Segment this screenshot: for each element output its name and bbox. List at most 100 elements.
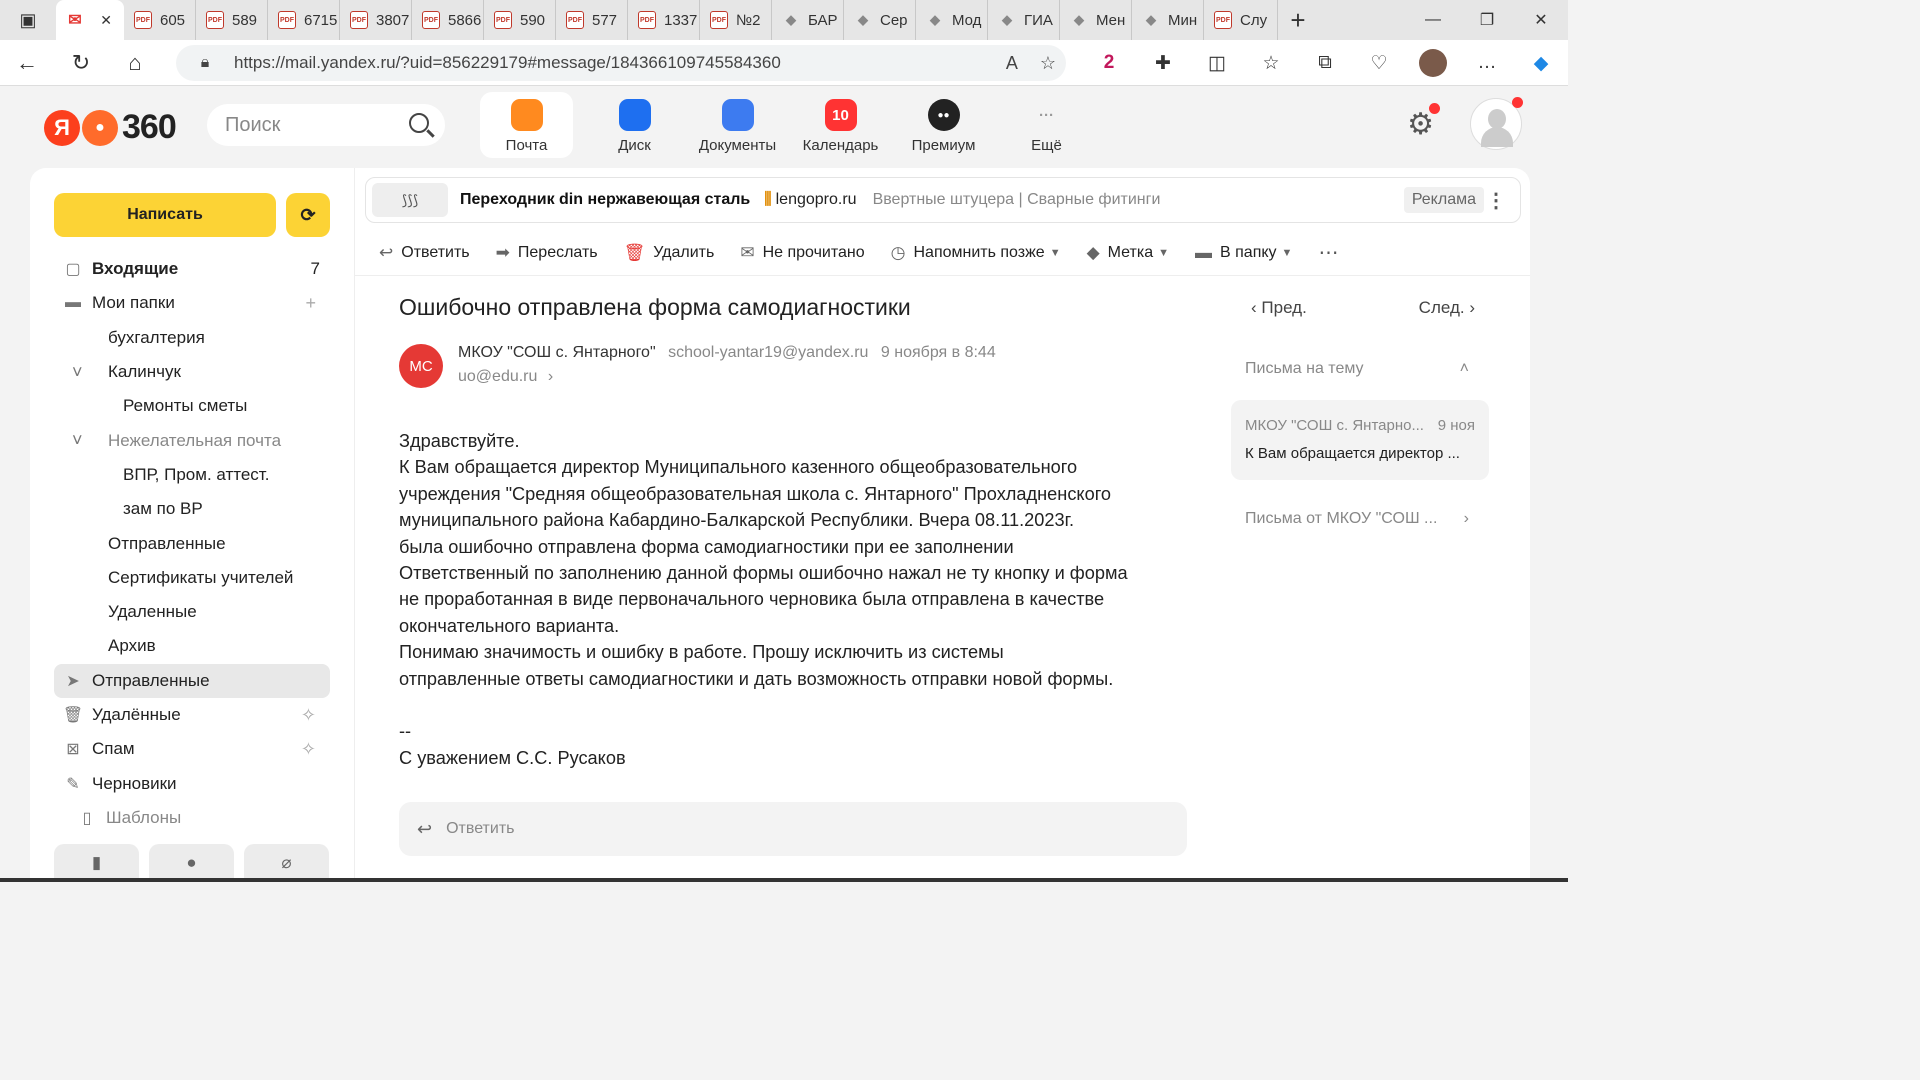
letters-from-sender-link[interactable]: Письма от МКОУ "СОШ ... › [1231, 510, 1489, 528]
remind-later-button[interactable]: ◷ Напомнить позже ▼ [891, 243, 1061, 263]
label-button[interactable]: ◆ Метка ▼ [1087, 243, 1169, 263]
browser-tab[interactable]: ◆ Сер [844, 0, 916, 40]
folder-item[interactable]: ▢ Входящие 7 [54, 252, 330, 286]
service-mail[interactable]: Почта [480, 92, 573, 158]
folder-item[interactable]: ➤ Отправленные [54, 663, 330, 698]
browser-tab[interactable]: ◆ Мин [1132, 0, 1204, 40]
thread-header[interactable]: Письма на тему ˄ [1231, 360, 1489, 378]
browser-tab[interactable]: PDF 589 [196, 0, 268, 40]
tab-actions-icon[interactable]: ▣ [0, 0, 56, 40]
extension-badge-icon[interactable]: 2 [1082, 52, 1136, 74]
minimize-icon[interactable]: — [1406, 0, 1460, 40]
compose-button[interactable]: Написать [54, 193, 276, 237]
copilot-icon[interactable]: ◆ [1514, 52, 1568, 75]
folder-item[interactable]: ▬ Мои папки + [54, 286, 330, 320]
browser-tab[interactable]: PDF Слу [1204, 0, 1278, 40]
browser-tab[interactable]: PDF 577 [556, 0, 628, 40]
service-premium[interactable]: ●● Премиум [892, 92, 995, 158]
ad-banner[interactable]: ⟆⟆⟆ Переходник din нержавеющая сталь ⫼ le… [365, 177, 1521, 223]
folder-item[interactable]: бухгалтерия [54, 321, 330, 355]
browser-tab[interactable]: PDF 3807 [340, 0, 412, 40]
close-tab-icon[interactable]: ✕ [100, 12, 112, 29]
next-message-button[interactable]: След. › [1419, 298, 1475, 318]
folder-item[interactable]: ВПР, Пром. аттест. [54, 458, 330, 492]
close-window-icon[interactable]: ✕ [1514, 0, 1568, 40]
ad-menu-icon[interactable]: ⋮ [1486, 188, 1506, 213]
yandex-360-logo[interactable]: Я ● 360 [44, 108, 177, 147]
move-to-folder-button[interactable]: ▬ В папку ▼ [1195, 243, 1292, 263]
folder-item[interactable]: Ремонты сметы [54, 389, 330, 423]
search-icon[interactable] [409, 113, 429, 133]
search-input[interactable]: Поиск [207, 104, 445, 146]
browser-tab[interactable]: PDF 6715 [268, 0, 340, 40]
reply-button[interactable]: ↩ Ответить [379, 243, 470, 263]
ad-title[interactable]: Переходник din нержавеющая сталь [460, 191, 750, 209]
ad-brand[interactable]: ⫼ lengopro.ru [764, 191, 856, 209]
refresh-button[interactable]: ⟳ [286, 193, 330, 237]
folder-item[interactable]: ⊠ Спам ✧ [54, 732, 330, 766]
lock-icon[interactable]: 🔒︎ [176, 54, 234, 72]
chevron-down-icon[interactable]: ˅ [72, 362, 94, 383]
folder-item[interactable]: ˅ Нежелательная почта [54, 423, 330, 457]
user-avatar[interactable] [1470, 97, 1523, 150]
add-folder-icon[interactable]: + [305, 293, 316, 314]
prev-message-button[interactable]: ‹ Пред. [1251, 298, 1307, 318]
more-actions-icon[interactable]: ⋯ [1318, 240, 1338, 265]
favorite-star-icon[interactable]: ☆ [1040, 53, 1056, 74]
service-disk[interactable]: Диск [583, 92, 686, 158]
sender-email[interactable]: school-yantar19@yandex.ru [668, 344, 868, 361]
new-tab-icon[interactable]: + [1278, 0, 1318, 40]
back-icon[interactable]: ← [0, 40, 54, 86]
chevron-right-icon[interactable]: › [548, 368, 553, 385]
browser-tab[interactable]: PDF 5866 [412, 0, 484, 40]
mark-unread-button[interactable]: ✉ Не прочитано [740, 243, 864, 263]
collections-icon[interactable]: ⧉ [1298, 52, 1352, 74]
url-text[interactable]: https://mail.yandex.ru/?uid=856229179#me… [234, 53, 781, 73]
browser-tab[interactable]: PDF №2 [700, 0, 772, 40]
folder-item[interactable]: Сертификаты учителей [54, 561, 330, 595]
browser-tab[interactable]: ✉ ✕ [56, 0, 124, 40]
folder-item[interactable]: 🗑︎ Удалённые ✧ [54, 698, 330, 732]
bookmark-icon[interactable]: ▮ [54, 844, 139, 882]
clear-folder-icon[interactable]: ✧ [301, 705, 316, 726]
browser-tab[interactable]: ◆ ГИА [988, 0, 1060, 40]
favorites-icon[interactable]: ☆ [1244, 52, 1298, 75]
settings-more-icon[interactable]: … [1460, 52, 1514, 74]
thread-item[interactable]: МКОУ "СОШ с. Янтарно... 9 ноя К Вам обращ… [1231, 400, 1489, 480]
folder-item[interactable]: ▯ Шаблоны [54, 801, 330, 835]
clear-folder-icon[interactable]: ✧ [301, 739, 316, 760]
service-more[interactable]: ··· Ещё [995, 92, 1098, 158]
folder-item[interactable]: Архив [54, 629, 330, 663]
delete-button[interactable]: 🗑︎ Удалить [624, 243, 715, 263]
read-aloud-icon[interactable]: A [1006, 53, 1018, 74]
address-bar[interactable]: 🔒︎ https://mail.yandex.ru/?uid=856229179… [176, 45, 1066, 81]
extensions-icon[interactable]: ✚ [1136, 52, 1190, 75]
performance-icon[interactable]: ♡ [1352, 52, 1406, 75]
sender-name[interactable]: МКОУ "СОШ с. Янтарного" [458, 344, 656, 361]
home-icon[interactable]: ⌂ [108, 40, 162, 86]
profile-icon[interactable] [1406, 49, 1460, 77]
folder-item[interactable]: ˅ Калинчук [54, 355, 330, 389]
folder-item[interactable]: Отправленные [54, 526, 330, 560]
browser-tab[interactable]: PDF 590 [484, 0, 556, 40]
service-calendar[interactable]: 10 Календарь [789, 92, 892, 158]
browser-tab[interactable]: ◆ Мен [1060, 0, 1132, 40]
attachment-icon[interactable]: ⌀ [244, 844, 329, 882]
quick-reply-box[interactable]: ↩ Ответить [399, 802, 1187, 856]
browser-tab[interactable]: PDF 605 [124, 0, 196, 40]
split-screen-icon[interactable]: ◫ [1190, 52, 1244, 75]
sender-avatar[interactable]: МС [399, 344, 443, 388]
chevron-down-icon[interactable]: ˅ [72, 430, 94, 451]
browser-tab[interactable]: ◆ БАР [772, 0, 844, 40]
folder-item[interactable]: ✎ Черновики [54, 766, 330, 800]
recipient-email[interactable]: uo@edu.ru [458, 368, 537, 385]
forward-button[interactable]: ➡ Переслать [496, 243, 598, 263]
recipient-line[interactable]: uo@edu.ru › [458, 368, 553, 386]
folder-item[interactable]: зам по ВР [54, 492, 330, 526]
settings-gear-icon[interactable]: ⚙ [1407, 102, 1440, 142]
folder-item[interactable]: Удаленные [54, 595, 330, 629]
browser-tab[interactable]: ◆ Мод [916, 0, 988, 40]
service-docs[interactable]: Документы [686, 92, 789, 158]
reload-icon[interactable]: ↻ [54, 40, 108, 86]
restore-icon[interactable]: ❐ [1460, 0, 1514, 40]
